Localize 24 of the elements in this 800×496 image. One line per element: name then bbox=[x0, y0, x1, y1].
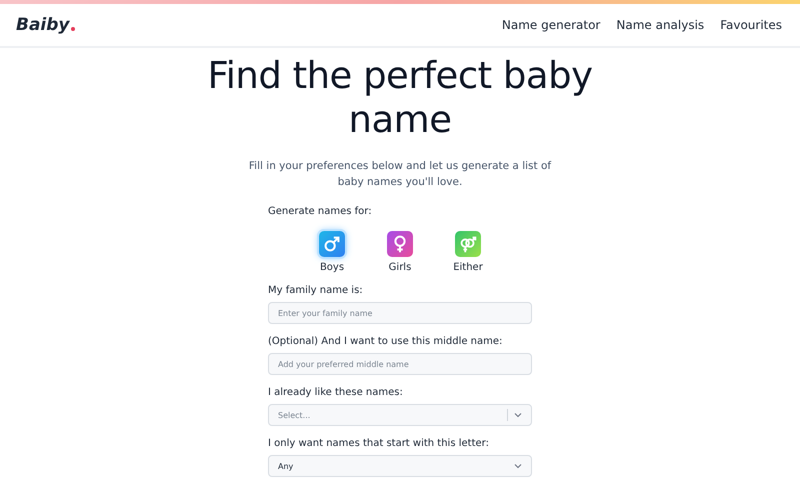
either-icon bbox=[455, 231, 481, 257]
chevron-down-icon bbox=[514, 411, 522, 419]
nav-link[interactable]: Favourites bbox=[720, 18, 782, 32]
nav-link[interactable]: Name generator bbox=[502, 18, 600, 32]
names-picker[interactable]: Select... bbox=[268, 404, 532, 426]
field-label: I already like these names: bbox=[268, 387, 404, 398]
male-icon bbox=[319, 231, 345, 257]
logo-dot bbox=[70, 27, 75, 31]
chevron-down-icon bbox=[514, 462, 522, 470]
text-field[interactable]: Enter your family name bbox=[268, 302, 532, 324]
gender-option[interactable]: Either bbox=[448, 231, 488, 273]
field-label: My family name is: bbox=[268, 285, 364, 296]
gender-option[interactable]: Girls bbox=[380, 231, 420, 273]
text-field[interactable]: Add your preferred middle name bbox=[268, 353, 532, 375]
logo[interactable]: Baiby bbox=[16, 15, 70, 35]
gender-option[interactable]: Boys bbox=[312, 231, 352, 273]
page-title: Find the perfect baby name bbox=[206, 54, 594, 142]
letter-dropdown[interactable]: Any bbox=[268, 455, 532, 477]
field-label: (Optional) And I want to use this middle name: bbox=[268, 336, 504, 347]
field-label: Generate names for: bbox=[268, 206, 373, 217]
subtitle: Fill in your preferences below and let us generate a list of baby names you'll love. bbox=[248, 159, 552, 190]
nav-link[interactable]: Name analysis bbox=[616, 18, 704, 32]
female-icon bbox=[387, 231, 413, 257]
field-label: I only want names that start with this letter: bbox=[268, 438, 490, 449]
